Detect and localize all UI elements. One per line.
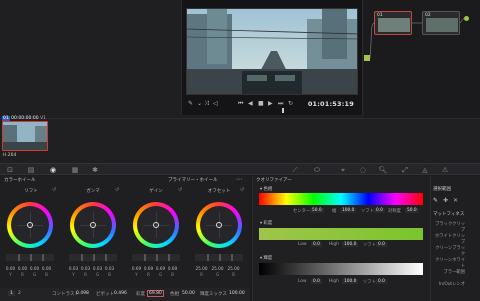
color-match-icon[interactable]: ▤ (26, 166, 36, 174)
tool-icon[interactable]: ⤨ (204, 100, 209, 108)
rgb-mixer-icon[interactable]: ▦ (70, 166, 80, 174)
lift-wheel-handle[interactable] (27, 222, 33, 228)
hue-width-value[interactable]: 100.0 (340, 208, 357, 213)
gamma-wheel[interactable] (70, 202, 116, 248)
chevron-down-icon[interactable]: ⌄ (197, 100, 202, 108)
lum-high-value[interactable]: 100.0 (342, 279, 359, 284)
hue-symmetry-value[interactable]: 50.0 (405, 208, 419, 213)
hue-center-value[interactable]: 50.0 (310, 208, 324, 213)
lum-mix-value[interactable]: 100.00 (229, 291, 245, 296)
playhead-marker[interactable] (282, 108, 284, 113)
gamma-values: 0.03 0.03 0.03 0.03 YRGB (68, 266, 115, 277)
gamma-wheel-handle[interactable] (90, 222, 96, 228)
audio-icon[interactable]: ◁ (213, 100, 218, 108)
stop-icon[interactable]: ■ (258, 100, 264, 108)
page-1-button[interactable]: 1 (8, 291, 15, 296)
pivot-value[interactable]: 0.496 (114, 291, 127, 296)
reset-icon[interactable]: ↺ (52, 187, 56, 193)
lum-range-bar[interactable] (259, 263, 423, 275)
play-icon[interactable]: ▶ (268, 100, 273, 108)
key-icon[interactable]: 🔍︎ (378, 166, 388, 174)
gamma-master-dial[interactable] (69, 254, 117, 261)
gain-master-dial[interactable] (132, 254, 180, 261)
pen-tool-icon[interactable]: ✎ (188, 100, 193, 108)
eyedropper-icon[interactable]: ✎ (433, 197, 438, 204)
sat-range-bar[interactable] (259, 228, 423, 240)
curves-icon[interactable]: ⟋ (290, 166, 300, 174)
lift-values: 0.00 0.00 0.00 0.00 YRGB (5, 266, 52, 277)
hue-section-label: ▾ 色相 (260, 187, 273, 192)
lift-wheel[interactable] (7, 202, 53, 248)
sat-low-value[interactable]: 0.0 (311, 242, 322, 247)
sat-soft-value[interactable]: 0.0 (376, 242, 387, 247)
lum-soft-value[interactable]: 0.0 (376, 279, 387, 284)
camera-raw-icon[interactable]: ⊡ (5, 166, 15, 174)
sat-high-value[interactable]: 100.0 (342, 242, 359, 247)
hue-range-bar[interactable] (259, 193, 423, 205)
viewer-timecode: 01:01:53:19 (307, 100, 354, 108)
saturation-value[interactable]: 69.80 (147, 290, 164, 297)
palette-toolbar: ⊡ ▤ ◉ ▦ ✱ ⟋ ⬭ ⌖ ◌ 🔍︎ ⤢ ◬ ⚠ (0, 163, 480, 175)
hue-soft-value[interactable]: 0.0 (374, 208, 385, 213)
gain-values: 0.69 0.69 0.69 0.69 YRGB (131, 266, 178, 277)
wheel-mode-title[interactable]: プライマリー・ホイール (168, 177, 218, 183)
clip-timeline-strip (0, 118, 480, 163)
sizing-icon[interactable]: ⤢ (400, 166, 410, 174)
picker-plus-icon[interactable]: ✚ (443, 197, 448, 204)
clip-thumbnail[interactable] (2, 121, 48, 151)
window-icon[interactable]: ⬭ (312, 166, 322, 174)
more-options-icon[interactable]: ⋯ (236, 176, 242, 183)
hue-value[interactable]: 50.00 (182, 291, 195, 296)
viewer-image (186, 8, 358, 95)
reset-icon[interactable]: ↺ (178, 187, 182, 193)
selection-title: 選択範囲 (433, 187, 451, 192)
reset-icon[interactable]: ↺ (240, 187, 244, 193)
reset-icon[interactable]: ↺ (115, 187, 119, 193)
lift-master-dial[interactable] (6, 254, 54, 261)
loop-icon[interactable]: ↻ (288, 100, 293, 108)
contrast-value[interactable]: 0.498 (76, 291, 89, 296)
viewer-transport-bar: ✎ ⌄ ⤨ ◁ ⏮ ◀ ■ ▶ ⏭ ↻ 01:01:53:19 (186, 97, 358, 111)
tracker-icon[interactable]: ⌖ (338, 166, 348, 174)
wheels-footer: 1 2 コントラスト 0.498 ピボット 0.496 彩度 69.80 色相 … (0, 288, 250, 301)
wheel-label-lift: リフト (24, 189, 38, 194)
blur-icon[interactable]: ◌ (358, 166, 368, 174)
offset-wheel[interactable] (196, 202, 242, 248)
wheel-label-offset: オフセット (207, 189, 231, 194)
picker-minus-icon[interactable]: ✕ (453, 197, 458, 204)
offset-wheel-handle[interactable] (216, 222, 222, 228)
sat-section-label: ▾ 彩度 (260, 221, 273, 226)
skip-forward-icon[interactable]: ⏭ (278, 100, 283, 108)
wheel-label-gain: ゲイン (149, 189, 163, 194)
gain-wheel-handle[interactable] (153, 222, 159, 228)
lum-low-value[interactable]: 0.0 (311, 279, 322, 284)
effects-icon[interactable]: ⚠ (440, 166, 450, 174)
node-editor: 01 02 (364, 0, 480, 118)
lum-section-label: ▾ 輝度 (260, 256, 273, 261)
color-wheels-title: カラーホイール (4, 178, 36, 183)
clip-codec: H.264 (3, 153, 17, 158)
qualifier-title: クオリファイアー (256, 178, 292, 183)
offset-master-dial[interactable] (195, 254, 243, 261)
wheel-label-gamma: ガンマ (86, 189, 100, 194)
offset-values: 25.00 25.00 25.00 RGB (195, 266, 240, 277)
page-2-button[interactable]: 2 (18, 291, 21, 296)
color-wheels-icon[interactable]: ◉ (48, 166, 58, 174)
play-reverse-icon[interactable]: ◀ (248, 100, 253, 108)
matte-finesse-title: マットフィネス (433, 212, 465, 217)
motion-effects-icon[interactable]: ✱ (90, 166, 100, 174)
gain-wheel[interactable] (133, 202, 179, 248)
3d-icon[interactable]: ◬ (420, 166, 430, 174)
skip-back-icon[interactable]: ⏮ (238, 100, 243, 108)
